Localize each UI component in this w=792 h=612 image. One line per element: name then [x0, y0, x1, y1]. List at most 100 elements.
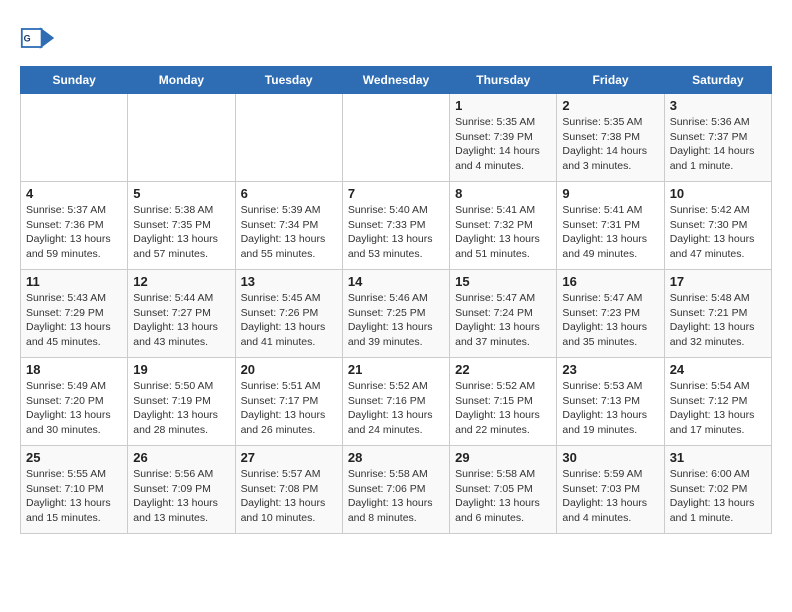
day-info: Sunrise: 5:39 AMSunset: 7:34 PMDaylight:…: [241, 203, 337, 262]
day-info: Sunrise: 5:58 AMSunset: 7:06 PMDaylight:…: [348, 467, 444, 526]
day-info: Sunrise: 5:45 AMSunset: 7:26 PMDaylight:…: [241, 291, 337, 350]
day-number: 28: [348, 450, 444, 465]
col-thursday: Thursday: [450, 67, 557, 94]
calendar-cell: 20 Sunrise: 5:51 AMSunset: 7:17 PMDayligh…: [235, 358, 342, 446]
day-number: 22: [455, 362, 551, 377]
calendar-cell: 30 Sunrise: 5:59 AMSunset: 7:03 PMDayligh…: [557, 446, 664, 534]
calendar-cell: 3Sunrise: 5:36 AMSunset: 7:37 PMDaylight…: [664, 94, 771, 182]
calendar-table: Sunday Monday Tuesday Wednesday Thursday…: [20, 66, 772, 534]
day-number: 30: [562, 450, 658, 465]
day-number: 12: [133, 274, 229, 289]
calendar-cell: 7 Sunrise: 5:40 AMSunset: 7:33 PMDaylight…: [342, 182, 449, 270]
day-number: 25: [26, 450, 122, 465]
header-row: Sunday Monday Tuesday Wednesday Thursday…: [21, 67, 772, 94]
calendar-cell: 18 Sunrise: 5:49 AMSunset: 7:20 PMDayligh…: [21, 358, 128, 446]
day-info: Sunrise: 5:37 AMSunset: 7:36 PMDaylight:…: [26, 203, 122, 262]
col-monday: Monday: [128, 67, 235, 94]
calendar-cell: 2 Sunrise: 5:35 AMSunset: 7:38 PMDaylight…: [557, 94, 664, 182]
day-info: Sunrise: 5:40 AMSunset: 7:33 PMDaylight:…: [348, 203, 444, 262]
calendar-cell: 15 Sunrise: 5:47 AMSunset: 7:24 PMDayligh…: [450, 270, 557, 358]
day-info: Sunrise: 5:41 AMSunset: 7:32 PMDaylight:…: [455, 203, 551, 262]
day-number: 19: [133, 362, 229, 377]
calendar-header: Sunday Monday Tuesday Wednesday Thursday…: [21, 67, 772, 94]
calendar-cell: [235, 94, 342, 182]
col-saturday: Saturday: [664, 67, 771, 94]
day-number: 7: [348, 186, 444, 201]
logo: G: [20, 20, 60, 56]
day-info: Sunrise: 5:46 AMSunset: 7:25 PMDaylight:…: [348, 291, 444, 350]
calendar-week-4: 18 Sunrise: 5:49 AMSunset: 7:20 PMDayligh…: [21, 358, 772, 446]
calendar-cell: [128, 94, 235, 182]
svg-text:G: G: [24, 34, 31, 44]
day-number: 1: [455, 98, 551, 113]
calendar-week-5: 25Sunrise: 5:55 AMSunset: 7:10 PMDayligh…: [21, 446, 772, 534]
calendar-cell: 19Sunrise: 5:50 AMSunset: 7:19 PMDayligh…: [128, 358, 235, 446]
day-number: 6: [241, 186, 337, 201]
calendar-cell: 26Sunrise: 5:56 AMSunset: 7:09 PMDayligh…: [128, 446, 235, 534]
day-number: 2: [562, 98, 658, 113]
calendar-cell: 21 Sunrise: 5:52 AMSunset: 7:16 PMDayligh…: [342, 358, 449, 446]
calendar-cell: 29 Sunrise: 5:58 AMSunset: 7:05 PMDayligh…: [450, 446, 557, 534]
calendar-cell: 24 Sunrise: 5:54 AMSunset: 7:12 PMDayligh…: [664, 358, 771, 446]
calendar-cell: 12 Sunrise: 5:44 AMSunset: 7:27 PMDayligh…: [128, 270, 235, 358]
day-info: Sunrise: 5:48 AMSunset: 7:21 PMDaylight:…: [670, 291, 766, 350]
day-number: 11: [26, 274, 122, 289]
day-info: Sunrise: 5:44 AMSunset: 7:27 PMDaylight:…: [133, 291, 229, 350]
calendar-cell: 27Sunrise: 5:57 AMSunset: 7:08 PMDayligh…: [235, 446, 342, 534]
day-info: Sunrise: 5:35 AMSunset: 7:38 PMDaylight:…: [562, 115, 658, 174]
calendar-cell: 11Sunrise: 5:43 AMSunset: 7:29 PMDayligh…: [21, 270, 128, 358]
calendar-cell: 6 Sunrise: 5:39 AMSunset: 7:34 PMDaylight…: [235, 182, 342, 270]
calendar-cell: 23Sunrise: 5:53 AMSunset: 7:13 PMDayligh…: [557, 358, 664, 446]
calendar-cell: 31 Sunrise: 6:00 AMSunset: 7:02 PMDayligh…: [664, 446, 771, 534]
calendar-cell: 16 Sunrise: 5:47 AMSunset: 7:23 PMDayligh…: [557, 270, 664, 358]
calendar-cell: 9Sunrise: 5:41 AMSunset: 7:31 PMDaylight…: [557, 182, 664, 270]
day-number: 29: [455, 450, 551, 465]
day-info: Sunrise: 5:42 AMSunset: 7:30 PMDaylight:…: [670, 203, 766, 262]
calendar-cell: 8 Sunrise: 5:41 AMSunset: 7:32 PMDaylight…: [450, 182, 557, 270]
day-info: Sunrise: 5:51 AMSunset: 7:17 PMDaylight:…: [241, 379, 337, 438]
day-number: 16: [562, 274, 658, 289]
calendar-week-2: 4 Sunrise: 5:37 AMSunset: 7:36 PMDaylight…: [21, 182, 772, 270]
calendar-cell: 10 Sunrise: 5:42 AMSunset: 7:30 PMDayligh…: [664, 182, 771, 270]
day-info: Sunrise: 6:00 AMSunset: 7:02 PMDaylight:…: [670, 467, 766, 526]
day-info: Sunrise: 5:36 AMSunset: 7:37 PMDaylight:…: [670, 115, 766, 174]
day-number: 24: [670, 362, 766, 377]
calendar-cell: 14Sunrise: 5:46 AMSunset: 7:25 PMDayligh…: [342, 270, 449, 358]
page-header: G: [20, 20, 772, 56]
day-info: Sunrise: 5:49 AMSunset: 7:20 PMDaylight:…: [26, 379, 122, 438]
day-info: Sunrise: 5:57 AMSunset: 7:08 PMDaylight:…: [241, 467, 337, 526]
calendar-cell: [21, 94, 128, 182]
day-info: Sunrise: 5:54 AMSunset: 7:12 PMDaylight:…: [670, 379, 766, 438]
day-info: Sunrise: 5:38 AMSunset: 7:35 PMDaylight:…: [133, 203, 229, 262]
calendar-cell: [342, 94, 449, 182]
day-info: Sunrise: 5:59 AMSunset: 7:03 PMDaylight:…: [562, 467, 658, 526]
day-info: Sunrise: 5:58 AMSunset: 7:05 PMDaylight:…: [455, 467, 551, 526]
day-number: 10: [670, 186, 766, 201]
calendar-cell: 13 Sunrise: 5:45 AMSunset: 7:26 PMDayligh…: [235, 270, 342, 358]
day-number: 13: [241, 274, 337, 289]
day-info: Sunrise: 5:47 AMSunset: 7:23 PMDaylight:…: [562, 291, 658, 350]
day-number: 4: [26, 186, 122, 201]
day-info: Sunrise: 5:52 AMSunset: 7:16 PMDaylight:…: [348, 379, 444, 438]
day-number: 26: [133, 450, 229, 465]
col-wednesday: Wednesday: [342, 67, 449, 94]
calendar-cell: 1 Sunrise: 5:35 AMSunset: 7:39 PMDaylight…: [450, 94, 557, 182]
calendar-cell: 5Sunrise: 5:38 AMSunset: 7:35 PMDaylight…: [128, 182, 235, 270]
day-number: 18: [26, 362, 122, 377]
day-number: 23: [562, 362, 658, 377]
calendar-week-1: 1 Sunrise: 5:35 AMSunset: 7:39 PMDaylight…: [21, 94, 772, 182]
day-number: 20: [241, 362, 337, 377]
day-number: 31: [670, 450, 766, 465]
calendar-cell: 4 Sunrise: 5:37 AMSunset: 7:36 PMDaylight…: [21, 182, 128, 270]
day-info: Sunrise: 5:35 AMSunset: 7:39 PMDaylight:…: [455, 115, 551, 174]
day-info: Sunrise: 5:52 AMSunset: 7:15 PMDaylight:…: [455, 379, 551, 438]
logo-icon: G: [20, 20, 56, 56]
col-tuesday: Tuesday: [235, 67, 342, 94]
day-number: 8: [455, 186, 551, 201]
day-number: 9: [562, 186, 658, 201]
calendar-cell: 17Sunrise: 5:48 AMSunset: 7:21 PMDayligh…: [664, 270, 771, 358]
day-info: Sunrise: 5:47 AMSunset: 7:24 PMDaylight:…: [455, 291, 551, 350]
calendar-cell: 28 Sunrise: 5:58 AMSunset: 7:06 PMDayligh…: [342, 446, 449, 534]
day-number: 15: [455, 274, 551, 289]
day-number: 21: [348, 362, 444, 377]
